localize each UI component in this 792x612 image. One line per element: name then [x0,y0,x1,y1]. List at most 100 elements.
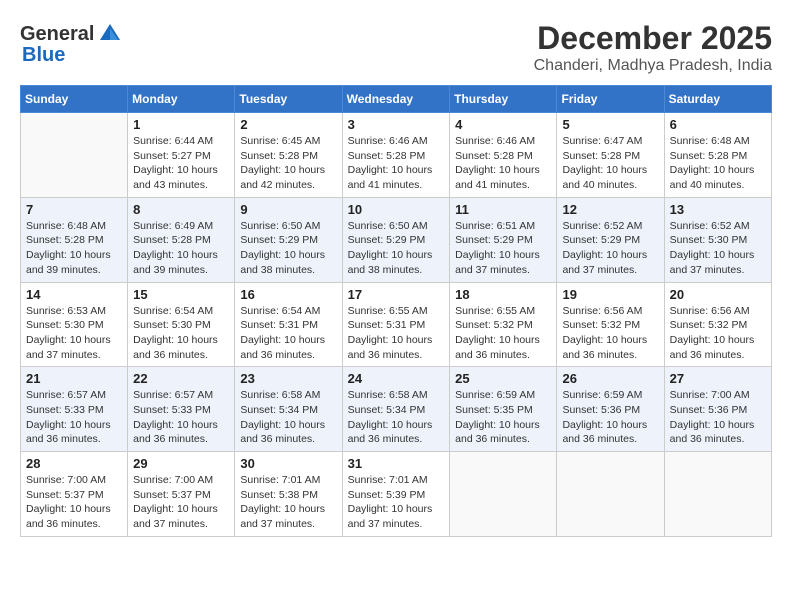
day-number: 29 [133,456,229,471]
calendar-cell: 5 Sunrise: 6:47 AMSunset: 5:28 PMDaylight… [557,113,664,198]
calendar-cell: 15 Sunrise: 6:54 AMSunset: 5:30 PMDayligh… [128,282,235,367]
calendar-cell: 10 Sunrise: 6:50 AMSunset: 5:29 PMDayligh… [342,197,450,282]
day-info: Sunrise: 6:59 AMSunset: 5:36 PMDaylight:… [562,388,658,447]
day-info: Sunrise: 7:01 AMSunset: 5:39 PMDaylight:… [348,473,445,532]
calendar-cell: 23 Sunrise: 6:58 AMSunset: 5:34 PMDayligh… [235,367,342,452]
day-info: Sunrise: 6:56 AMSunset: 5:32 PMDaylight:… [670,304,766,363]
calendar-cell: 29 Sunrise: 7:00 AMSunset: 5:37 PMDayligh… [128,452,235,537]
logo-icon [96,20,124,48]
day-info: Sunrise: 6:57 AMSunset: 5:33 PMDaylight:… [133,388,229,447]
day-number: 19 [562,287,658,302]
day-number: 9 [240,202,336,217]
calendar-cell: 13 Sunrise: 6:52 AMSunset: 5:30 PMDayligh… [664,197,771,282]
calendar-cell [557,452,664,537]
day-number: 27 [670,371,766,386]
day-number: 15 [133,287,229,302]
calendar-cell: 8 Sunrise: 6:49 AMSunset: 5:28 PMDaylight… [128,197,235,282]
day-info: Sunrise: 6:52 AMSunset: 5:30 PMDaylight:… [670,219,766,278]
day-number: 7 [26,202,122,217]
day-info: Sunrise: 6:46 AMSunset: 5:28 PMDaylight:… [455,134,551,193]
calendar-cell: 14Sunrise: 6:53 AMSunset: 5:30 PMDayligh… [21,282,128,367]
day-info: Sunrise: 6:50 AMSunset: 5:29 PMDaylight:… [348,219,445,278]
calendar-cell: 2 Sunrise: 6:45 AMSunset: 5:28 PMDaylight… [235,113,342,198]
day-number: 23 [240,371,336,386]
calendar: SundayMondayTuesdayWednesdayThursdayFrid… [20,85,772,537]
day-number: 21 [26,371,122,386]
day-info: Sunrise: 6:55 AMSunset: 5:31 PMDaylight:… [348,304,445,363]
column-header-thursday: Thursday [450,86,557,113]
header: General Blue December 2025 Chanderi, Mad… [20,20,772,75]
day-number: 18 [455,287,551,302]
day-number: 22 [133,371,229,386]
column-header-saturday: Saturday [664,86,771,113]
day-number: 3 [348,117,445,132]
location-title: Chanderi, Madhya Pradesh, India [534,57,772,75]
calendar-cell: 12Sunrise: 6:52 AMSunset: 5:29 PMDayligh… [557,197,664,282]
calendar-cell: 19Sunrise: 6:56 AMSunset: 5:32 PMDayligh… [557,282,664,367]
calendar-cell: 26Sunrise: 6:59 AMSunset: 5:36 PMDayligh… [557,367,664,452]
calendar-cell: 25 Sunrise: 6:59 AMSunset: 5:35 PMDayligh… [450,367,557,452]
day-number: 11 [455,202,551,217]
day-number: 13 [670,202,766,217]
column-header-monday: Monday [128,86,235,113]
day-info: Sunrise: 7:01 AMSunset: 5:38 PMDaylight:… [240,473,336,532]
calendar-week-2: 7Sunrise: 6:48 AMSunset: 5:28 PMDaylight… [21,197,772,282]
day-info: Sunrise: 6:59 AMSunset: 5:35 PMDaylight:… [455,388,551,447]
day-number: 17 [348,287,445,302]
day-info: Sunrise: 7:00 AMSunset: 5:37 PMDaylight:… [133,473,229,532]
day-number: 16 [240,287,336,302]
day-number: 8 [133,202,229,217]
title-area: December 2025 Chanderi, Madhya Pradesh, … [534,20,772,75]
day-number: 10 [348,202,445,217]
day-number: 4 [455,117,551,132]
day-info: Sunrise: 6:57 AMSunset: 5:33 PMDaylight:… [26,388,122,447]
calendar-cell: 17 Sunrise: 6:55 AMSunset: 5:31 PMDayligh… [342,282,450,367]
calendar-cell: 20 Sunrise: 6:56 AMSunset: 5:32 PMDayligh… [664,282,771,367]
calendar-cell: 28Sunrise: 7:00 AMSunset: 5:37 PMDayligh… [21,452,128,537]
calendar-cell: 9Sunrise: 6:50 AMSunset: 5:29 PMDaylight… [235,197,342,282]
calendar-cell: 22 Sunrise: 6:57 AMSunset: 5:33 PMDayligh… [128,367,235,452]
day-number: 28 [26,456,122,471]
day-info: Sunrise: 6:58 AMSunset: 5:34 PMDaylight:… [240,388,336,447]
calendar-week-4: 21 Sunrise: 6:57 AMSunset: 5:33 PMDayligh… [21,367,772,452]
month-title: December 2025 [534,20,772,57]
column-header-tuesday: Tuesday [235,86,342,113]
calendar-week-3: 14Sunrise: 6:53 AMSunset: 5:30 PMDayligh… [21,282,772,367]
column-header-friday: Friday [557,86,664,113]
calendar-cell [21,113,128,198]
day-info: Sunrise: 6:51 AMSunset: 5:29 PMDaylight:… [455,219,551,278]
day-info: Sunrise: 6:44 AMSunset: 5:27 PMDaylight:… [133,134,229,193]
day-number: 5 [562,117,658,132]
day-number: 30 [240,456,336,471]
day-number: 6 [670,117,766,132]
day-info: Sunrise: 6:55 AMSunset: 5:32 PMDaylight:… [455,304,551,363]
day-number: 24 [348,371,445,386]
calendar-cell: 30 Sunrise: 7:01 AMSunset: 5:38 PMDayligh… [235,452,342,537]
calendar-cell: 16 Sunrise: 6:54 AMSunset: 5:31 PMDayligh… [235,282,342,367]
calendar-cell: 27 Sunrise: 7:00 AMSunset: 5:36 PMDayligh… [664,367,771,452]
day-info: Sunrise: 6:54 AMSunset: 5:30 PMDaylight:… [133,304,229,363]
day-info: Sunrise: 6:54 AMSunset: 5:31 PMDaylight:… [240,304,336,363]
day-info: Sunrise: 6:49 AMSunset: 5:28 PMDaylight:… [133,219,229,278]
column-header-wednesday: Wednesday [342,86,450,113]
logo-general: General [20,23,94,46]
day-info: Sunrise: 6:48 AMSunset: 5:28 PMDaylight:… [670,134,766,193]
day-info: Sunrise: 6:45 AMSunset: 5:28 PMDaylight:… [240,134,336,193]
day-info: Sunrise: 6:47 AMSunset: 5:28 PMDaylight:… [562,134,658,193]
calendar-cell: 18 Sunrise: 6:55 AMSunset: 5:32 PMDayligh… [450,282,557,367]
day-number: 2 [240,117,336,132]
day-number: 25 [455,371,551,386]
calendar-cell: 11 Sunrise: 6:51 AMSunset: 5:29 PMDayligh… [450,197,557,282]
day-info: Sunrise: 6:53 AMSunset: 5:30 PMDaylight:… [26,304,122,363]
calendar-cell [664,452,771,537]
calendar-cell: 4 Sunrise: 6:46 AMSunset: 5:28 PMDaylight… [450,113,557,198]
calendar-cell: 31 Sunrise: 7:01 AMSunset: 5:39 PMDayligh… [342,452,450,537]
calendar-cell [450,452,557,537]
calendar-cell: 3Sunrise: 6:46 AMSunset: 5:28 PMDaylight… [342,113,450,198]
day-info: Sunrise: 6:52 AMSunset: 5:29 PMDaylight:… [562,219,658,278]
logo-wordmark: General Blue [20,20,126,67]
calendar-cell: 24Sunrise: 6:58 AMSunset: 5:34 PMDayligh… [342,367,450,452]
day-number: 20 [670,287,766,302]
day-number: 31 [348,456,445,471]
day-info: Sunrise: 7:00 AMSunset: 5:36 PMDaylight:… [670,388,766,447]
